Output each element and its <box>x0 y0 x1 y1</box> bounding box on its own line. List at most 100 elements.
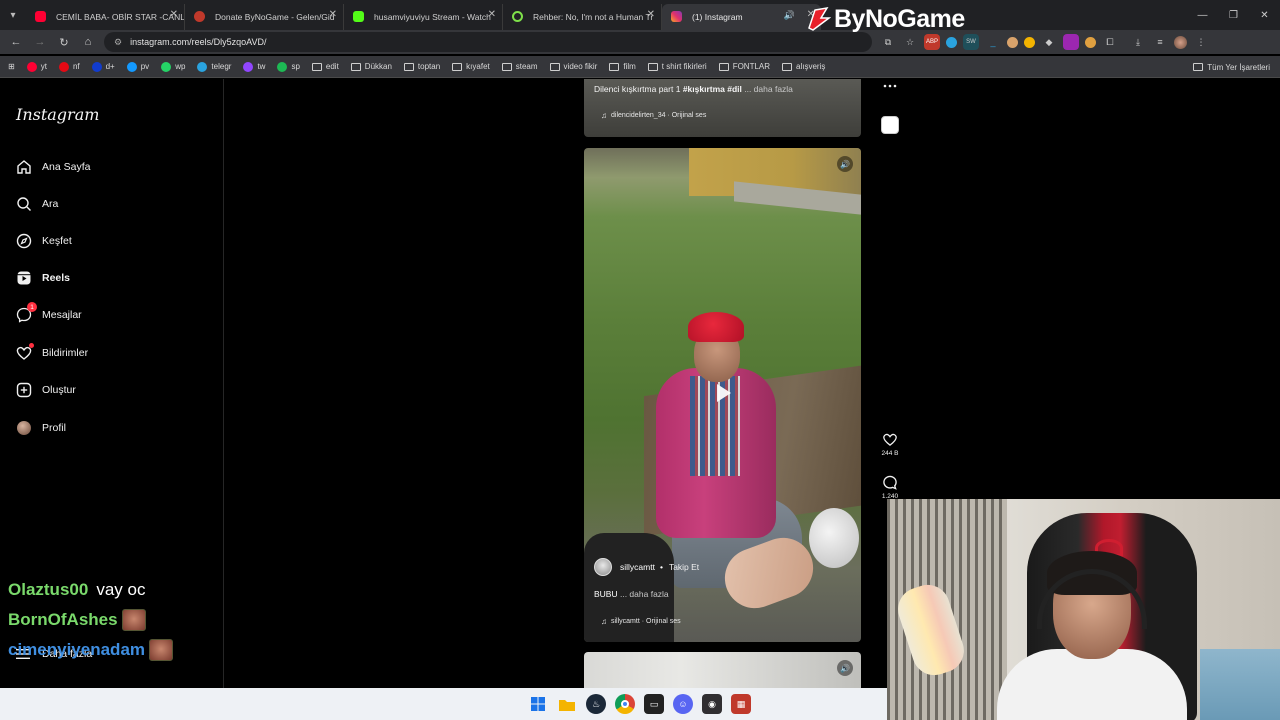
bookmark-item[interactable]: telegr <box>197 61 231 72</box>
bookmark-star-icon[interactable]: ☆ <box>902 34 918 50</box>
download-icon[interactable]: ⤓ <box>1130 34 1146 50</box>
browser-tab[interactable]: husamviyuviyu Stream - Watch ✕ <box>344 4 503 30</box>
audio-toggle-icon[interactable]: 🔊 <box>837 156 853 172</box>
like-button[interactable]: 244 B <box>878 432 902 457</box>
speaker-icon[interactable]: 🔊 <box>784 10 795 21</box>
back-icon[interactable]: ← <box>4 30 28 54</box>
all-bookmarks[interactable]: Tüm Yer İşaretleri <box>1193 56 1270 78</box>
tab-close-icon[interactable]: ✕ <box>647 9 655 20</box>
tab-title: (1) Instagram <box>692 12 743 22</box>
folder-icon <box>647 62 658 71</box>
browser-tab[interactable]: CEMİL BABA- OBİR STAR -CANL ✕ <box>26 4 185 30</box>
bookmark-item[interactable]: tw <box>243 61 265 72</box>
bookmark-folder[interactable]: steam <box>501 62 538 71</box>
obs-icon[interactable]: ◉ <box>702 694 722 714</box>
tab-close-icon[interactable]: ✕ <box>170 9 178 20</box>
sidebar-item-messages[interactable]: 1 Mesajlar <box>16 302 82 328</box>
file-explorer-icon[interactable] <box>557 694 577 714</box>
author-username[interactable]: sillycamtt <box>620 562 655 572</box>
extension-icon[interactable] <box>1007 36 1018 48</box>
follow-button[interactable]: Takip Et <box>669 562 699 572</box>
twitch-icon <box>243 61 254 72</box>
sidebar-item-search[interactable]: Ara <box>16 191 58 217</box>
extension-icon[interactable] <box>1085 36 1096 48</box>
notification-dot <box>29 343 34 348</box>
extension-icon[interactable] <box>946 36 957 48</box>
whatsapp-icon <box>161 61 172 72</box>
sidebar-item-profile[interactable]: Profil <box>16 415 66 441</box>
reel-audio[interactable]: ♫ sillycamtt · Orijinal ses <box>601 617 681 626</box>
browser-tab[interactable]: Donate ByNoGame - Gelen/Gid ✕ <box>185 4 344 30</box>
folder-icon <box>1193 63 1204 71</box>
play-icon[interactable] <box>717 384 731 402</box>
steam-icon[interactable]: ♨ <box>586 694 606 714</box>
extension-icon[interactable]: SW <box>963 34 979 50</box>
reload-icon[interactable]: ↻ <box>52 30 76 54</box>
bookmark-folder[interactable]: toptan <box>403 62 440 71</box>
tab-close-icon[interactable]: ✕ <box>488 9 496 20</box>
maximize-icon[interactable]: ❐ <box>1218 0 1249 30</box>
comment-button[interactable]: 1.240 <box>878 475 902 500</box>
bookmark-folder[interactable]: t shirt fikirleri <box>647 62 707 71</box>
close-window-icon[interactable]: ✕ <box>1249 0 1280 30</box>
reel-previous[interactable]: Dilenci kışkırtma part 1 #kışkırtma #dil… <box>584 79 861 137</box>
minimize-icon[interactable]: — <box>1187 0 1218 30</box>
stream-chat-overlay: Olaztus00 vay oc BornOfAshes cimenyiyena… <box>8 575 174 665</box>
puzzle-icon[interactable]: ⧠ <box>1102 34 1118 50</box>
bookmark-item[interactable]: pv <box>126 61 149 72</box>
sidebar-item-explore[interactable]: Keşfet <box>16 228 72 254</box>
spotify-icon <box>277 61 288 72</box>
bookmark-folder[interactable]: Dükkan <box>350 62 392 71</box>
audio-thumbnail[interactable] <box>878 116 902 134</box>
extension-icon[interactable]: ◆ <box>1041 34 1057 50</box>
chrome-icon[interactable] <box>615 694 635 714</box>
extension-icon[interactable]: _ <box>985 34 1001 50</box>
forward-icon[interactable]: → <box>28 30 52 54</box>
tab-search-icon[interactable]: ▾ <box>0 0 26 30</box>
browser-tab[interactable]: Rehber: No, I'm not a Human Tr ✕ <box>503 4 662 30</box>
discord-icon[interactable]: ☺ <box>673 694 693 714</box>
bookmark-item[interactable]: yt <box>26 61 47 72</box>
bookmark-folder[interactable]: kıyafet <box>452 62 490 71</box>
bookmark-item[interactable]: wp <box>161 61 185 72</box>
apps-grid-icon[interactable]: ⊞ <box>8 62 15 71</box>
more-options-icon[interactable] <box>878 83 902 89</box>
profile-avatar[interactable] <box>1174 35 1187 49</box>
instagram-logo[interactable]: Instagram <box>16 105 99 124</box>
sidebar-item-label: Mesajlar <box>42 309 82 321</box>
game-icon[interactable]: ▦ <box>731 694 751 714</box>
bookmark-folder[interactable]: FONTLAR <box>718 62 770 71</box>
home-icon[interactable]: ⌂ <box>76 30 100 54</box>
sidebar-item-notifications[interactable]: Bildirimler <box>16 340 88 366</box>
extension-icon[interactable] <box>1063 34 1079 50</box>
kebab-menu-icon[interactable]: ⋮ <box>1193 34 1209 50</box>
bookmark-folder[interactable]: film <box>609 62 636 71</box>
bookmark-folder[interactable]: video fikir <box>549 62 597 71</box>
extension-abp-icon[interactable]: ABP <box>924 34 940 50</box>
browser-tab-active[interactable]: (1) Instagram 🔊 ✕ <box>662 4 821 30</box>
reading-list-icon[interactable]: ≡ <box>1152 34 1168 50</box>
address-bar[interactable]: ⚙ instagram.com/reels/Dly5zqoAVD/ <box>104 32 872 52</box>
bookmark-item[interactable]: sp <box>277 61 300 72</box>
reel-audio[interactable]: ♫ dilencidelirten_34 · Orijinal ses <box>601 111 706 120</box>
bookmark-folder[interactable]: alışveriş <box>782 62 825 71</box>
reel-current[interactable]: 🔊 sillycamtt • Takip Et BUBU ... daha fa… <box>584 148 861 642</box>
windows-start-icon[interactable] <box>528 694 548 714</box>
read-more-link[interactable]: ... daha fazla <box>618 589 669 599</box>
bookmark-item[interactable]: nf <box>58 61 80 72</box>
sidebar-item-home[interactable]: Ana Sayfa <box>16 154 90 180</box>
terminal-icon[interactable]: ▭ <box>644 694 664 714</box>
author-avatar[interactable] <box>594 558 612 576</box>
sidebar-item-reels[interactable]: Reels <box>16 265 70 291</box>
bookmark-folder[interactable]: edit <box>311 62 339 71</box>
bookmark-item[interactable]: d+ <box>91 61 115 72</box>
tab-title: Rehber: No, I'm not a Human Tr <box>533 12 654 22</box>
sidebar-item-create[interactable]: Oluştur <box>16 377 76 403</box>
extension-icon[interactable] <box>1024 36 1035 48</box>
read-more-link[interactable]: ... daha fazla <box>742 84 793 94</box>
site-info-icon[interactable]: ⚙ <box>114 37 122 48</box>
reel-next[interactable]: 🔊 <box>584 652 861 692</box>
cast-icon[interactable]: ⧉ <box>880 34 896 50</box>
tab-close-icon[interactable]: ✕ <box>329 9 337 20</box>
audio-toggle-icon[interactable]: 🔊 <box>837 660 853 676</box>
